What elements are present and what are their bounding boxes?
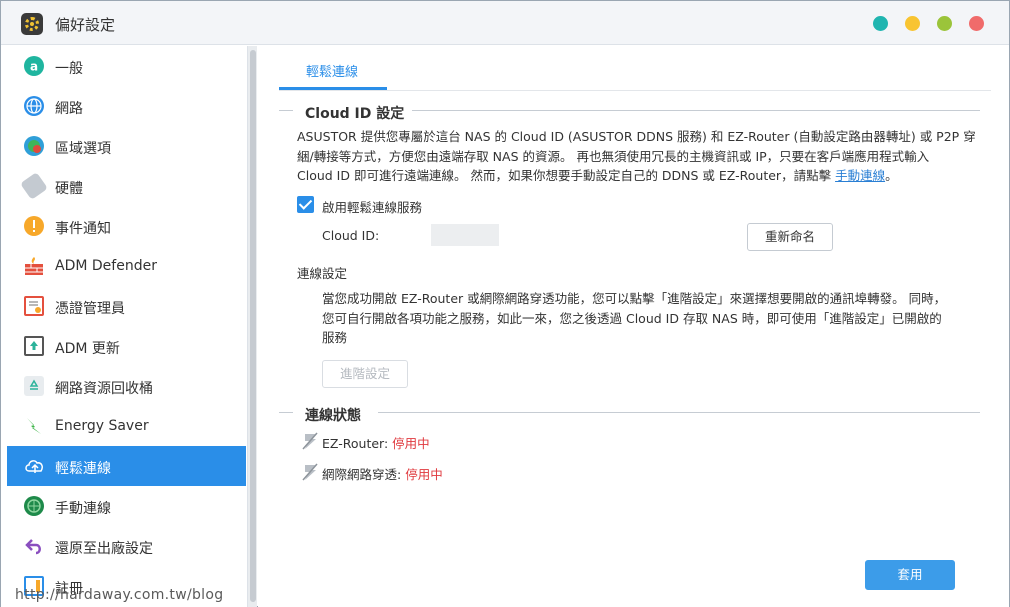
sidebar-item-label: 輕鬆連線 xyxy=(55,461,111,477)
sidebar-item-label: ADM Defender xyxy=(55,258,157,274)
globe-network-icon xyxy=(24,96,44,116)
description-line: Cloud ID 即可進行遠端連線。 然而，如果你想要手動設定自己的 DDNS … xyxy=(297,166,977,186)
sidebar-item-label: 事件通知 xyxy=(55,221,111,237)
sidebar-item-label: 一般 xyxy=(55,61,83,77)
alert-icon xyxy=(24,216,44,236)
section-divider xyxy=(279,412,293,413)
svg-text:a: a xyxy=(30,60,38,74)
sidebar-item-certificate[interactable]: 憑證管理員 xyxy=(7,286,246,326)
restore-icon xyxy=(24,536,44,556)
preferences-window: 偏好設定 a 一般 網路 區域選項 硬體 事件通知 ADM Defender 憑… xyxy=(0,0,1010,607)
connection-settings-description: 當您成功開啟 EZ-Router 或網際網路穿透功能，您可以點擊「進階設定」來選… xyxy=(322,289,982,348)
cloud-id-section-title: Cloud ID 設定 xyxy=(297,103,413,123)
manual-connect-icon xyxy=(24,496,44,516)
description-text: Cloud ID 即可進行遠端連線。 然而，如果你想要手動設定自己的 DDNS … xyxy=(297,168,832,183)
plug-disconnected-icon xyxy=(301,431,319,451)
rename-button[interactable]: 重新命名 xyxy=(747,223,833,251)
sidebar-item-label: 網路資源回收桶 xyxy=(55,381,153,397)
watermark-text: http://hardaway.com.tw/blog xyxy=(15,587,224,603)
recycle-bin-icon xyxy=(24,376,44,396)
description-line: 綑/轉接等方式，方便您由遠端存取 NAS 的資源。 再也無須使用冗長的主機資訊或… xyxy=(297,148,930,164)
sidebar-item-label: 還原至出廠設定 xyxy=(55,541,153,557)
settings-gear-icon xyxy=(21,13,43,35)
sidebar-item-label: 憑證管理員 xyxy=(55,301,125,317)
sidebar-item-notification[interactable]: 事件通知 xyxy=(7,206,246,246)
sidebar-item-label: 區域選項 xyxy=(55,141,111,157)
description-end: 。 xyxy=(885,168,898,183)
hardware-icon xyxy=(20,172,48,200)
enable-ez-connect-label: 啟用輕鬆連線服務 xyxy=(322,200,423,215)
sidebar-item-energy[interactable]: Energy Saver xyxy=(7,406,246,446)
firewall-icon xyxy=(24,256,44,276)
description-line: 您可自行開啟各項功能之服務，如此一來，您之後透過 Cloud ID 存取 NAS… xyxy=(322,310,942,326)
manual-connect-link[interactable]: 手動連線 xyxy=(835,168,885,183)
plug-disconnected-icon xyxy=(301,462,319,482)
cloud-id-label: Cloud ID: xyxy=(322,228,380,243)
update-icon xyxy=(24,336,44,356)
sidebar-item-network[interactable]: 網路 xyxy=(7,86,246,126)
window-title: 偏好設定 xyxy=(55,16,116,34)
sidebar-item-label: 手動連線 xyxy=(55,501,111,517)
sidebar-item-update[interactable]: ADM 更新 xyxy=(7,326,246,366)
main-panel: 輕鬆連線 Cloud ID 設定 ASUSTOR 提供您專屬於這台 NAS 的 … xyxy=(258,46,1009,607)
window-close-button[interactable] xyxy=(969,16,984,31)
apply-button[interactable]: 套用 xyxy=(865,560,955,590)
status-label: 網際網路穿透: xyxy=(322,467,402,482)
sidebar-item-label: Energy Saver xyxy=(55,418,149,434)
window-restore-button[interactable] xyxy=(873,16,888,31)
window-maximize-button[interactable] xyxy=(937,16,952,31)
connection-settings-label: 連線設定 xyxy=(297,266,348,281)
status-label: EZ-Router: xyxy=(322,436,389,451)
cloud-id-description: ASUSTOR 提供您專屬於這台 NAS 的 Cloud ID (ASUSTOR… xyxy=(297,127,977,186)
connection-status-title: 連線狀態 xyxy=(297,405,369,425)
sidebar-item-recycle-bin[interactable]: 網路資源回收桶 xyxy=(7,366,246,406)
title-bar: 偏好設定 xyxy=(1,1,1009,45)
sidebar-item-label: 網路 xyxy=(55,101,83,117)
cloud-connect-icon xyxy=(24,456,44,476)
energy-icon xyxy=(24,416,44,436)
sidebar-item-region[interactable]: 區域選項 xyxy=(7,126,246,166)
description-line: ASUSTOR 提供您專屬於這台 NAS 的 Cloud ID (ASUSTOR… xyxy=(297,129,976,144)
window-minimize-button[interactable] xyxy=(905,16,920,31)
sidebar-item-ez-connect[interactable]: 輕鬆連線 xyxy=(7,446,246,486)
sidebar-item-label: ADM 更新 xyxy=(55,341,120,357)
tabs-divider xyxy=(279,90,991,91)
sidebar: a 一般 網路 區域選項 硬體 事件通知 ADM Defender 憑證管理員 … xyxy=(1,46,247,607)
section-divider xyxy=(408,110,980,111)
status-value: 停用中 xyxy=(392,436,430,451)
advanced-settings-button[interactable]: 進階設定 xyxy=(322,360,408,388)
sidebar-scrollbar-thumb[interactable] xyxy=(250,50,256,602)
cloud-id-value xyxy=(431,224,499,246)
general-icon: a xyxy=(24,56,44,76)
description-line: 當您成功開啟 EZ-Router 或網際網路穿透功能，您可以點擊「進階設定」來選… xyxy=(322,291,947,306)
sidebar-item-defender[interactable]: ADM Defender xyxy=(7,246,246,286)
status-value: 停用中 xyxy=(405,467,443,482)
tab-ez-connect[interactable]: 輕鬆連線 xyxy=(279,46,387,90)
sidebar-item-general[interactable]: a 一般 xyxy=(7,46,246,86)
enable-ez-connect-checkbox[interactable] xyxy=(297,196,314,213)
sidebar-item-label: 硬體 xyxy=(55,181,83,197)
sidebar-item-manual-connect[interactable]: 手動連線 xyxy=(7,486,246,526)
section-divider xyxy=(378,412,980,413)
tab-label: 輕鬆連線 xyxy=(306,65,359,80)
description-line: 服務 xyxy=(322,330,348,345)
region-icon xyxy=(24,136,44,156)
section-divider xyxy=(279,110,293,111)
certificate-icon xyxy=(24,296,44,316)
sidebar-item-hardware[interactable]: 硬體 xyxy=(7,166,246,206)
sidebar-item-factory-reset[interactable]: 還原至出廠設定 xyxy=(7,526,246,566)
sidebar-scrollbar[interactable] xyxy=(247,46,257,607)
